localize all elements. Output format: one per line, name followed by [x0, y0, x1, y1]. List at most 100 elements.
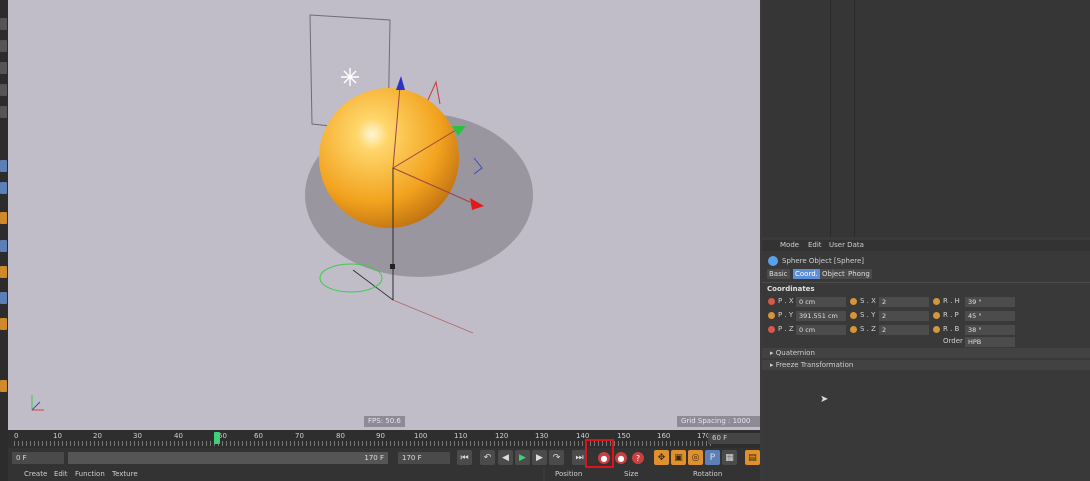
viewport-scene	[31, 14, 533, 411]
grid-spacing-readout: Grid Spacing : 1000 cm	[677, 416, 760, 430]
keyframe-dot[interactable]	[850, 312, 857, 319]
step-forward-button[interactable]: ▶	[532, 450, 547, 465]
freeze-transformation-label: Freeze Transformation	[775, 361, 854, 369]
object-manager-panel[interactable]	[762, 0, 1090, 237]
p-z-label: P . Z	[778, 325, 794, 333]
menu-function[interactable]: Function	[75, 468, 105, 481]
ground-circle	[319, 263, 383, 293]
tool-button[interactable]	[0, 40, 7, 52]
record-parameter-button[interactable]: P	[705, 450, 720, 465]
keyframe-dot[interactable]	[933, 326, 940, 333]
highlight-box	[585, 439, 614, 468]
record-position-button[interactable]: ✥	[654, 450, 669, 465]
keyframe-dot[interactable]	[850, 298, 857, 305]
divider	[762, 282, 1090, 283]
preview-range-slider[interactable]: 170 F	[68, 452, 388, 464]
y-axis-arrow	[396, 76, 405, 90]
tick-label: 160	[657, 432, 671, 440]
s-z-field[interactable]: 2	[879, 325, 929, 335]
tool-button[interactable]	[0, 240, 7, 252]
order-label: Order	[943, 337, 963, 345]
menu-edit[interactable]: Edit	[54, 468, 68, 481]
tick-label: 40	[174, 432, 183, 440]
tool-button[interactable]	[0, 266, 7, 278]
previous-key-button[interactable]: ↶	[480, 450, 495, 465]
menu-mode[interactable]: Mode	[780, 240, 799, 251]
keyframe-selection-button[interactable]: ?	[632, 452, 644, 464]
s-y-label: S . Y	[860, 311, 876, 319]
tool-button[interactable]	[0, 106, 7, 118]
record-rotation-button[interactable]: ◎	[688, 450, 703, 465]
tick-label: 30	[133, 432, 142, 440]
range-end-label: 170 F	[364, 454, 384, 462]
anchor-point	[390, 264, 395, 269]
p-z-field[interactable]: 0 cm	[796, 325, 846, 335]
3d-viewport[interactable]: FPS: 50.6 Grid Spacing : 1000 cm	[8, 0, 760, 430]
end-frame-field[interactable]: 170 F	[398, 452, 450, 464]
material-manager-menubar: Create Edit Function Texture	[8, 468, 543, 481]
menu-edit[interactable]: Edit	[808, 240, 822, 251]
tab-coord[interactable]: Coord.	[793, 269, 820, 279]
tool-button[interactable]	[0, 182, 7, 194]
r-h-field[interactable]: 39 °	[965, 297, 1015, 307]
order-dropdown[interactable]: HPB	[965, 337, 1015, 347]
size-header: Size	[624, 470, 639, 478]
tool-button[interactable]	[0, 84, 7, 96]
keyframe-dot[interactable]	[850, 326, 857, 333]
timeline-ruler[interactable]: 0 10 20 30 40 50 60 70 80 90 100 110 120…	[8, 430, 760, 448]
r-b-field[interactable]: 38 °	[965, 325, 1015, 335]
p-y-label: P . Y	[778, 311, 794, 319]
menu-create[interactable]: Create	[24, 468, 47, 481]
menu-texture[interactable]: Texture	[112, 468, 138, 481]
next-key-button[interactable]: ↷	[549, 450, 564, 465]
keyframe-dot[interactable]	[768, 298, 775, 305]
tick-label: 150	[617, 432, 631, 440]
current-frame-field[interactable]: 60 F	[708, 433, 760, 444]
world-axis-line	[352, 269, 394, 301]
p-y-field[interactable]: 391.551 cm	[796, 311, 846, 321]
tool-button[interactable]	[0, 18, 7, 30]
tool-button[interactable]	[0, 212, 7, 224]
tool-button[interactable]	[0, 160, 7, 172]
keyframe-dot[interactable]	[768, 312, 775, 319]
r-p-field[interactable]: 45 °	[965, 311, 1015, 321]
tool-button[interactable]	[0, 62, 7, 74]
tool-button[interactable]	[0, 292, 7, 304]
play-button[interactable]: ▶	[515, 450, 530, 465]
freeze-transformation-group[interactable]: ▸ Freeze Transformation	[762, 360, 1090, 370]
coordinate-manager-header: Position Size Rotation	[545, 468, 760, 481]
attribute-menubar: Mode Edit User Data	[762, 240, 1090, 251]
keyframe-dot[interactable]	[768, 326, 775, 333]
record-pla-button[interactable]: ▦	[722, 450, 737, 465]
timeline-window-button[interactable]: ▤	[745, 450, 760, 465]
corner-z-axis	[31, 401, 41, 411]
r-p-label: R . P	[943, 311, 959, 319]
rotation-header: Rotation	[693, 470, 723, 478]
keyframe-dot[interactable]	[933, 312, 940, 319]
record-scale-button[interactable]: ▣	[671, 450, 686, 465]
r-h-label: R . H	[943, 297, 960, 305]
tab-object[interactable]: Object	[820, 269, 847, 279]
tool-button[interactable]	[0, 318, 7, 330]
tick-label: 20	[93, 432, 102, 440]
s-x-field[interactable]: 2	[879, 297, 929, 307]
autokeying-button[interactable]: ●	[615, 452, 627, 464]
position-header: Position	[555, 470, 583, 478]
quaternion-group[interactable]: ▸ Quaternion	[762, 348, 1090, 358]
step-back-button[interactable]: ◀	[498, 450, 513, 465]
quaternion-label: Quaternion	[775, 349, 815, 357]
tool-button[interactable]	[0, 380, 7, 392]
tab-basic[interactable]: Basic	[767, 269, 790, 279]
tick-label: 80	[336, 432, 345, 440]
tab-phong[interactable]: Phong	[846, 269, 872, 279]
keyframe-dot[interactable]	[933, 298, 940, 305]
s-y-field[interactable]: 2	[879, 311, 929, 321]
p-x-label: P . X	[778, 297, 794, 305]
go-to-start-button[interactable]: ⏮	[457, 450, 472, 465]
menu-user-data[interactable]: User Data	[829, 240, 864, 251]
start-frame-field[interactable]: 0 F	[12, 452, 64, 464]
rotation-handle	[427, 80, 441, 105]
tick-label: 110	[454, 432, 468, 440]
playhead-marker[interactable]	[214, 432, 220, 444]
p-x-field[interactable]: 0 cm	[796, 297, 846, 307]
